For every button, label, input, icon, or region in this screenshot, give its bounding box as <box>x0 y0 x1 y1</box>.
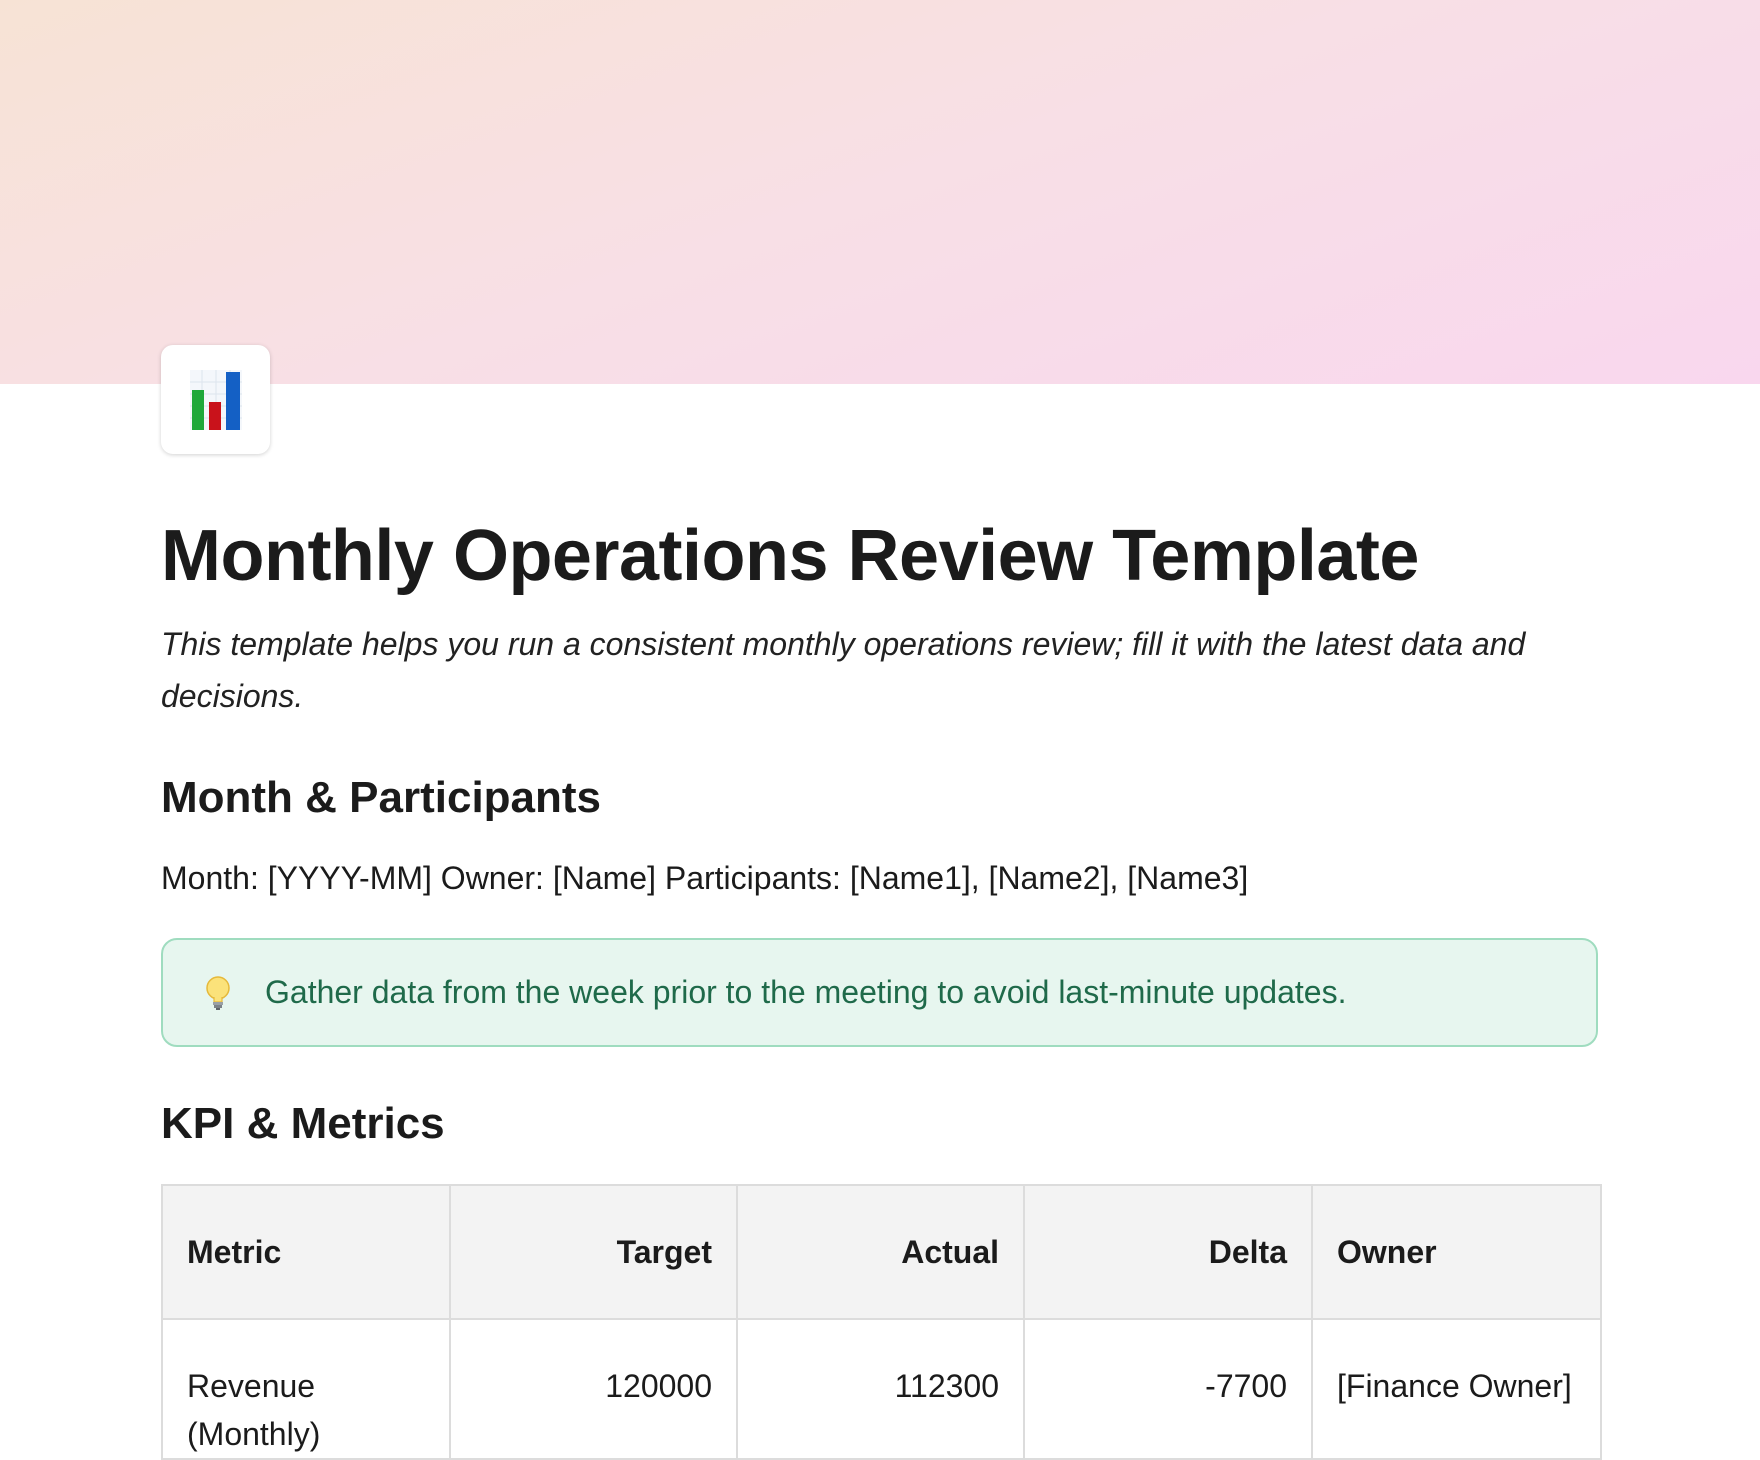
kpi-metrics-heading[interactable]: KPI & Metrics <box>161 1096 445 1152</box>
header-metric[interactable]: Metric <box>161 1184 451 1320</box>
bar-chart-icon[interactable] <box>161 345 270 454</box>
page-cover <box>0 0 1760 384</box>
callout-text[interactable]: Gather data from the week prior to the m… <box>265 974 1346 1011</box>
table-row: Revenue (Monthly) 120000 112300 -7700 [F… <box>161 1318 1602 1460</box>
table-header-row: Metric Target Actual Delta Owner <box>161 1184 1602 1320</box>
cell-metric[interactable]: Revenue (Monthly) <box>161 1318 451 1460</box>
bar-chart-icon-graphic <box>189 369 242 430</box>
header-target[interactable]: Target <box>449 1184 738 1320</box>
cell-target[interactable]: 120000 <box>449 1318 738 1460</box>
cell-delta[interactable]: -7700 <box>1023 1318 1313 1460</box>
cell-owner[interactable]: [Finance Owner] <box>1311 1318 1602 1460</box>
page-subtitle[interactable]: This template helps you run a consistent… <box>161 618 1591 722</box>
lightbulb-icon <box>203 973 233 1013</box>
month-participants-heading[interactable]: Month & Participants <box>161 770 601 826</box>
page-title[interactable]: Monthly Operations Review Template <box>161 512 1419 600</box>
cell-actual[interactable]: 112300 <box>736 1318 1025 1460</box>
month-participants-line[interactable]: Month: [YYYY-MM] Owner: [Name] Participa… <box>161 856 1248 900</box>
tip-callout[interactable]: Gather data from the week prior to the m… <box>161 938 1598 1047</box>
header-delta[interactable]: Delta <box>1023 1184 1313 1320</box>
kpi-table: Metric Target Actual Delta Owner Revenue… <box>161 1184 1602 1460</box>
header-owner[interactable]: Owner <box>1311 1184 1602 1320</box>
header-actual[interactable]: Actual <box>736 1184 1025 1320</box>
